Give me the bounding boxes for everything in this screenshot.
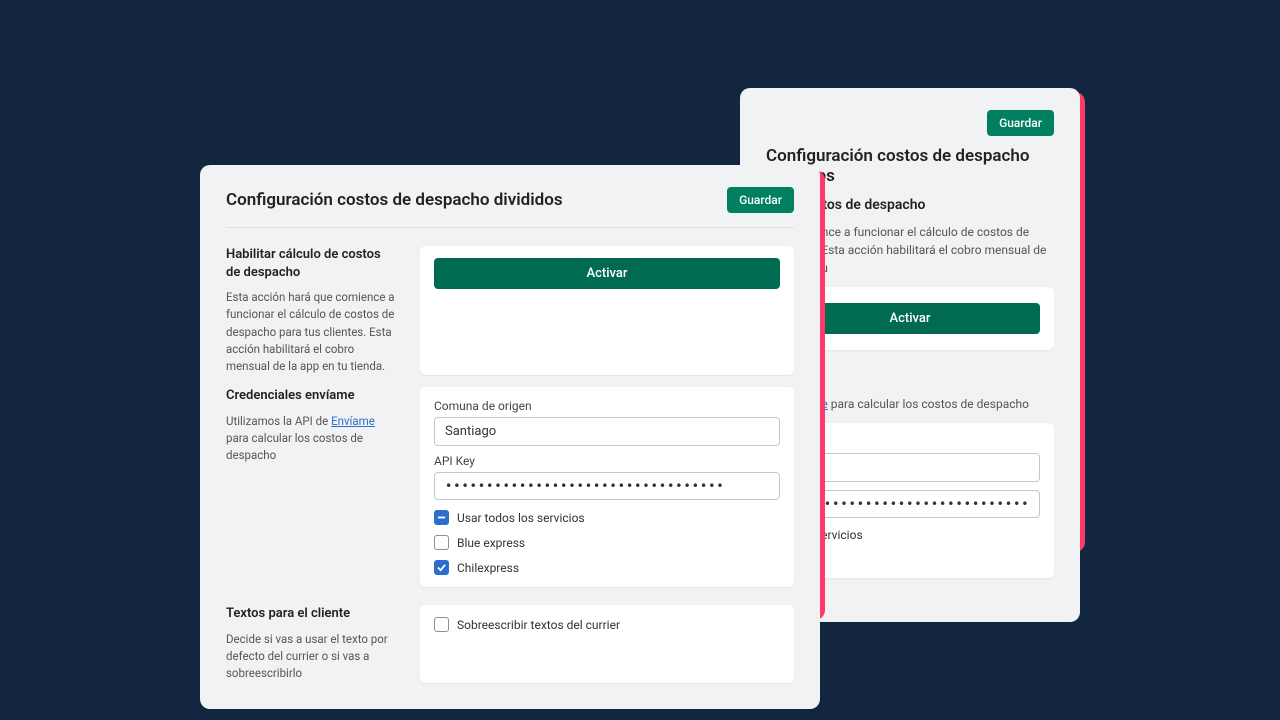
check-blue-label: Blue express [457,536,525,550]
check-override-row: Sobreescribir textos del currier [434,617,780,632]
check-override-label: Sobreescribir textos del currier [457,618,620,632]
check-blue-row: Blue express [434,535,780,550]
check-chile-row: Chilexpress [434,560,780,575]
card-header-front: Configuración costos de despacho dividid… [226,187,794,228]
check-chile-box[interactable] [434,560,449,575]
enable-title-front: Habilitar cálculo de costos de despacho [226,246,396,281]
apikey-input-front[interactable] [434,472,780,500]
creds-desc-suffix-back: para calcular los costos de despacho [828,397,1029,411]
comuna-input-front[interactable] [434,417,780,446]
texts-desc-front: Decide si vas a usar el texto por defect… [226,631,396,683]
check-all-box[interactable] [434,510,449,525]
enable-desc-front: Esta acción hará que comience a funciona… [226,289,396,375]
apikey-label-front: API Key [434,454,780,468]
creds-desc-prefix-front: Utilizamos la API de [226,414,331,428]
check-override-box[interactable] [434,617,449,632]
check-blue-box[interactable] [434,535,449,550]
check-chile-label: Chilexpress [457,561,519,575]
check-all-label: Usar todos los servicios [457,511,585,525]
card-title-front: Configuración costos de despacho dividid… [226,190,563,210]
comuna-label-front: Comuna de origen [434,399,780,413]
save-button-back[interactable]: Guardar [987,110,1054,136]
section-texts-front: Textos para el cliente Decide si vas a u… [226,605,794,682]
creds-title-front: Credenciales envíame [226,387,396,405]
enviame-link-front[interactable]: Envíame [331,414,375,428]
creds-desc-suffix-front: para calcular los costos de despacho [226,431,363,462]
section-creds-front: Credenciales envíame Utilizamos la API d… [226,387,794,587]
section-enable-front: Habilitar cálculo de costos de despacho … [226,246,794,375]
config-card-front: Configuración costos de despacho dividid… [200,165,820,709]
creds-desc-front: Utilizamos la API de Envíame para calcul… [226,413,396,465]
activate-button-front[interactable]: Activar [434,258,780,289]
save-button-front[interactable]: Guardar [727,187,794,213]
check-all-row: Usar todos los servicios [434,510,780,525]
texts-title-front: Textos para el cliente [226,605,396,623]
